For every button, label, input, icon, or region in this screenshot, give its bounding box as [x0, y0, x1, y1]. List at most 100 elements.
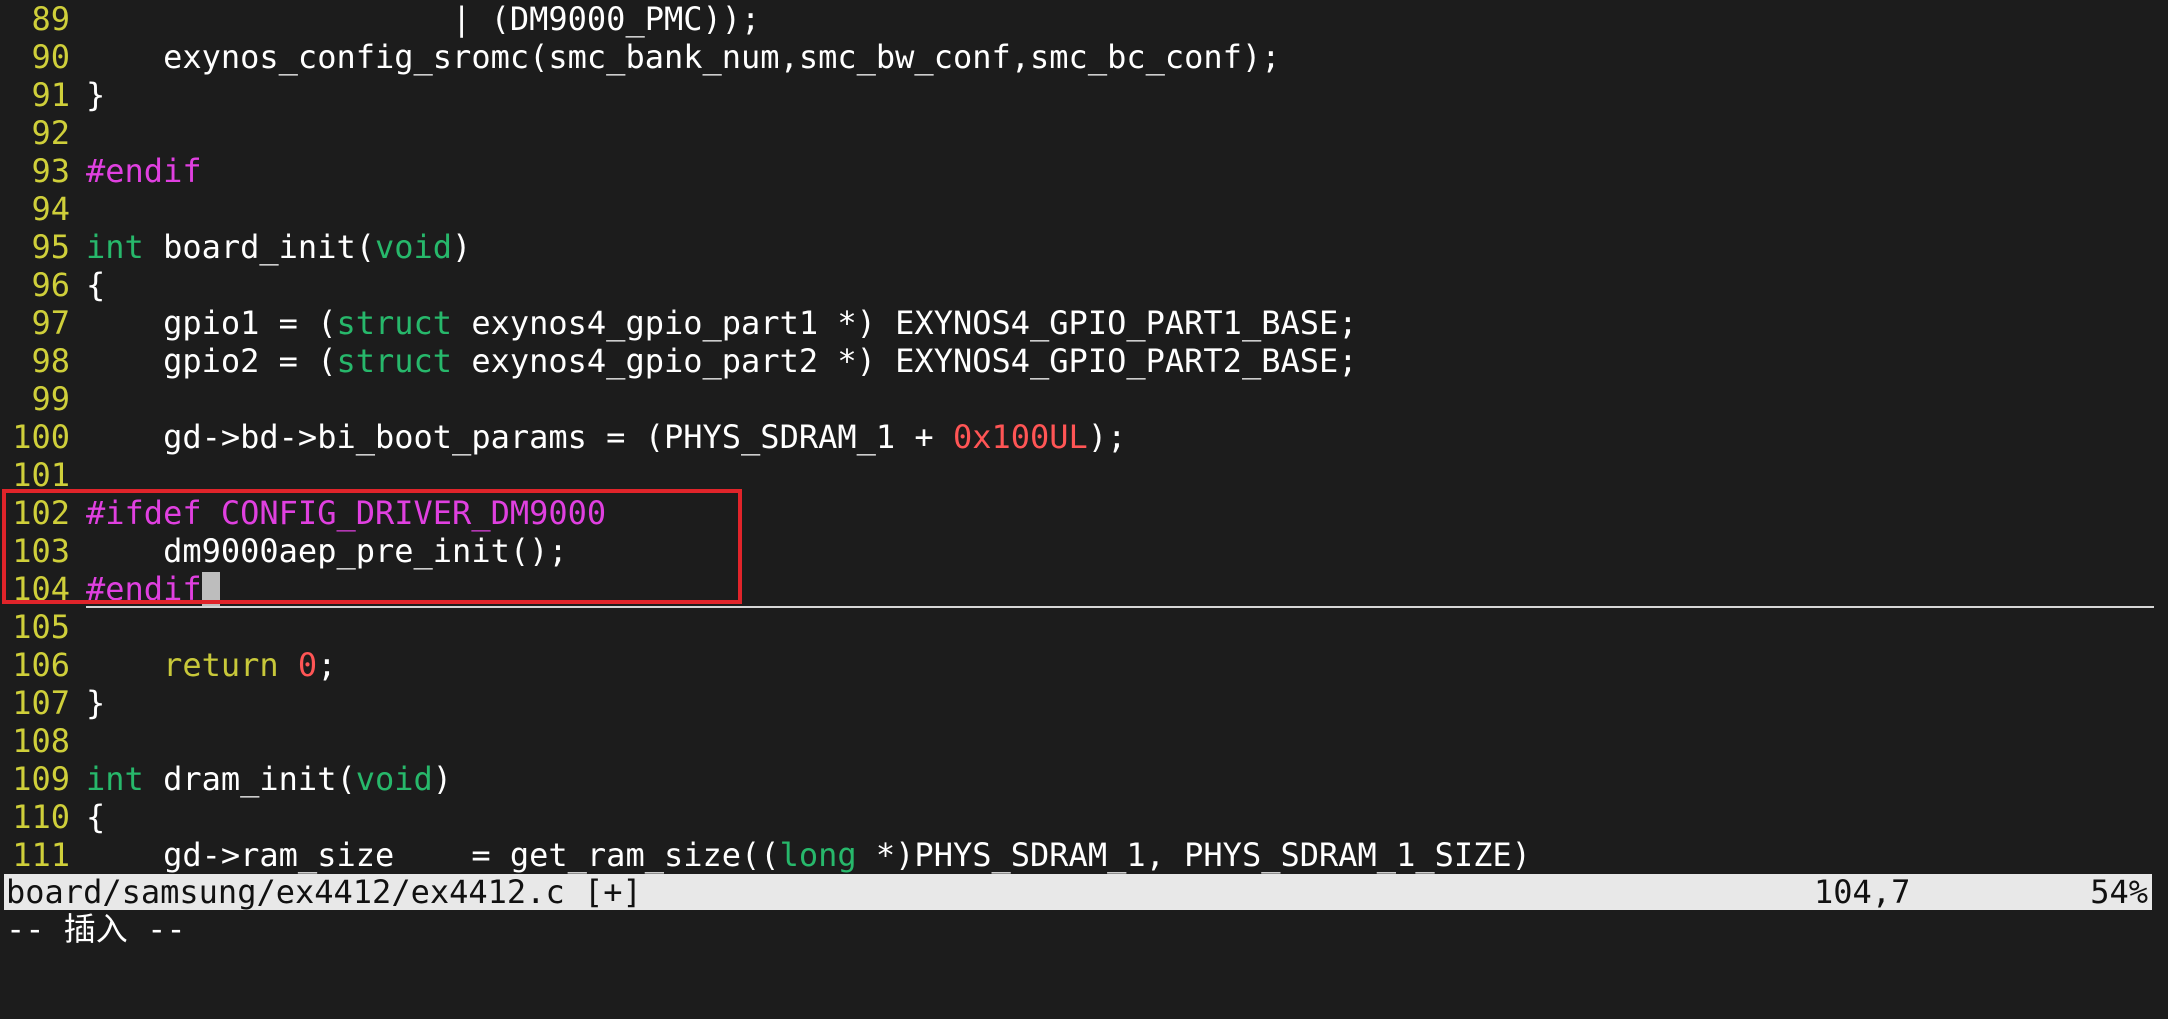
status-cursor-position: 104,7	[1814, 873, 1911, 911]
code-line[interactable]: 100 gd->bd->bi_boot_params = (PHYS_SDRAM…	[0, 418, 2168, 456]
mode-indicator: -- 插入 --	[6, 910, 186, 948]
text-cursor	[201, 572, 220, 606]
line-code: gd->bd->bi_boot_params = (PHYS_SDRAM_1 +…	[86, 418, 1126, 456]
line-number: 105	[12, 608, 70, 646]
code-line[interactable]: 99	[0, 380, 2168, 418]
line-code: {	[86, 266, 105, 304]
line-number: 106	[12, 646, 70, 684]
code-token: {	[86, 266, 106, 304]
code-line[interactable]: 111 gd->ram_size = get_ram_size((long *)…	[0, 836, 2168, 874]
code-line[interactable]: 110 {	[0, 798, 2168, 836]
code-token: gpio1 = (	[86, 304, 337, 342]
line-number: 108	[12, 722, 70, 760]
line-number: 91	[31, 76, 70, 114]
line-number: 93	[31, 152, 70, 190]
line-number: 111	[12, 836, 70, 874]
code-line[interactable]: 91}	[0, 76, 2168, 114]
code-token: #endif	[86, 152, 202, 190]
code-token: );	[1087, 418, 1127, 456]
line-code: gd->ram_size = get_ram_size((long *)PHYS…	[86, 836, 1531, 874]
code-token: long	[779, 836, 857, 874]
code-token: return	[163, 646, 279, 684]
code-line[interactable]: 107}	[0, 684, 2168, 722]
line-number: 102	[12, 494, 70, 532]
code-line[interactable]: 98 gpio2 = (struct exynos4_gpio_part2 *)…	[0, 342, 2168, 380]
line-code: }	[86, 684, 105, 722]
code-line[interactable]: 90 exynos_config_sromc(smc_bank_num,smc_…	[0, 38, 2168, 76]
code-line[interactable]: 108	[0, 722, 2168, 760]
code-line[interactable]: 105	[0, 608, 2168, 646]
code-token: {	[86, 798, 106, 836]
code-line[interactable]: 95 int board_init(void)	[0, 228, 2168, 266]
code-token: 0	[297, 646, 318, 684]
code-line[interactable]: 101	[0, 456, 2168, 494]
code-line[interactable]: 96 {	[0, 266, 2168, 304]
code-token: struct	[336, 304, 453, 342]
code-token: dm9000aep_pre_init();	[86, 532, 568, 570]
line-number: 101	[12, 456, 70, 494]
line-number: 109	[12, 760, 70, 798]
code-line[interactable]: 104 #endif	[0, 570, 2168, 608]
code-token: void	[355, 760, 433, 798]
code-line[interactable]: 97 gpio1 = (struct exynos4_gpio_part1 *)…	[0, 304, 2168, 342]
line-number: 90	[31, 38, 70, 76]
code-line[interactable]: 102 #ifdef CONFIG_DRIVER_DM9000	[0, 494, 2168, 532]
code-token: exynos4_gpio_part1 *) EXYNOS4_GPIO_PART1…	[452, 304, 1358, 342]
line-code: #ifdef CONFIG_DRIVER_DM9000	[86, 494, 606, 532]
code-token: | (DM9000_PMC));	[86, 0, 761, 38]
line-number: 104	[12, 570, 70, 608]
line-number: 99	[31, 380, 70, 418]
line-code: return 0;	[86, 646, 336, 684]
code-line[interactable]: 109 int dram_init(void)	[0, 760, 2168, 798]
line-number: 92	[31, 114, 70, 152]
line-code: #endif	[86, 152, 202, 190]
status-scroll-percent: 54%	[2090, 873, 2148, 911]
code-line[interactable]: 93 #endif	[0, 152, 2168, 190]
code-token: gd->bd->bi_boot_params = (PHYS_SDRAM_1 +	[86, 418, 953, 456]
line-number: 89	[31, 0, 70, 38]
code-token: )	[432, 760, 453, 798]
code-token: board_init(	[143, 228, 375, 266]
code-line[interactable]: 94	[0, 190, 2168, 228]
code-token: )	[452, 228, 472, 266]
line-code: #endif	[86, 570, 220, 608]
line-code: {	[86, 798, 105, 836]
line-number: 98	[31, 342, 70, 380]
code-line[interactable]: 89 | (DM9000_PMC));	[0, 0, 2168, 38]
code-token: *)PHYS_SDRAM_1, PHYS_SDRAM_1_SIZE)	[856, 836, 1531, 874]
line-number: 94	[31, 190, 70, 228]
code-token: #ifdef CONFIG_DRIVER_DM9000	[86, 494, 607, 532]
line-code: }	[86, 76, 105, 114]
line-number: 96	[31, 266, 70, 304]
code-token: 0x100UL	[952, 418, 1088, 456]
code-token: int	[86, 228, 144, 266]
code-token: exynos4_gpio_part2 *) EXYNOS4_GPIO_PART2…	[452, 342, 1358, 380]
line-number: 100	[12, 418, 70, 456]
code-editor[interactable]: 89 | (DM9000_PMC)); 90 exynos_config_srom…	[0, 0, 2168, 874]
code-line[interactable]: 92	[0, 114, 2168, 152]
line-number: 103	[12, 532, 70, 570]
code-line[interactable]: 103 dm9000aep_pre_init();	[0, 532, 2168, 570]
code-token: dram_init(	[143, 760, 356, 798]
code-token: }	[86, 684, 106, 722]
code-token: gd->ram_size = get_ram_size((	[86, 836, 780, 874]
line-code: gpio2 = (struct exynos4_gpio_part2 *) EX…	[86, 342, 1358, 380]
line-code: exynos_config_sromc(smc_bank_num,smc_bw_…	[86, 38, 1280, 76]
status-line: board/samsung/ex4412/ex4412.c [+] 104,7 …	[4, 874, 2152, 910]
code-token: struct	[336, 342, 453, 380]
line-code: gpio1 = (struct exynos4_gpio_part1 *) EX…	[86, 304, 1358, 342]
line-number: 95	[31, 228, 70, 266]
line-number: 97	[31, 304, 70, 342]
line-code: dm9000aep_pre_init();	[86, 532, 568, 570]
line-number: 110	[12, 798, 70, 836]
line-code: int board_init(void)	[86, 228, 471, 266]
code-line[interactable]: 106 return 0;	[0, 646, 2168, 684]
code-token: void	[374, 228, 453, 266]
code-token: gpio2 = (	[86, 342, 337, 380]
code-token: #endif	[86, 570, 202, 608]
code-token: exynos_config_sromc(smc_bank_num,smc_bw_…	[86, 38, 1281, 76]
code-token: int	[86, 760, 144, 798]
line-code: int dram_init(void)	[86, 760, 452, 798]
